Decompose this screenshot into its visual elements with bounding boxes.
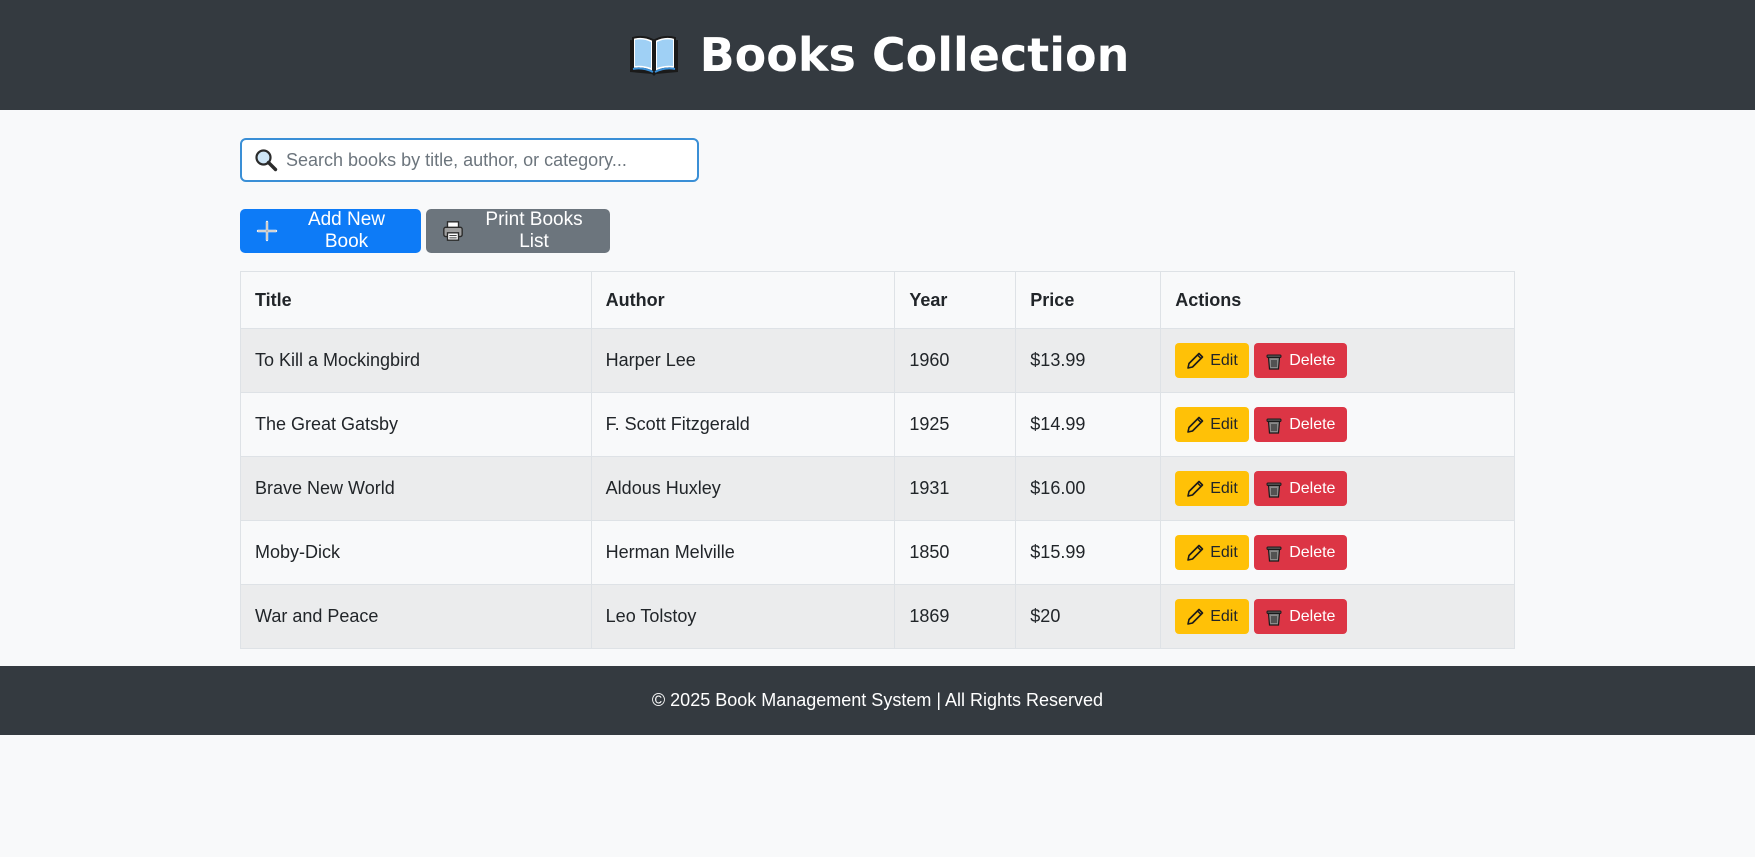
delete-label: Delete [1289, 543, 1336, 561]
delete-button[interactable]: Delete [1254, 407, 1348, 442]
table-header-row: Title Author Year Price Actions [240, 271, 1515, 329]
delete-label: Delete [1289, 415, 1336, 433]
book-title-cell: Brave New World [240, 456, 592, 521]
table-row: Brave New World Aldous Huxley 1931 $16.00 Ed… [240, 456, 1515, 521]
print-books-button[interactable]: Print Books List [426, 209, 610, 253]
book-price-cell: $20 [1015, 584, 1162, 649]
edit-label: Edit [1210, 543, 1238, 561]
add-book-button[interactable]: Add New Book [240, 209, 421, 253]
book-price-cell: $16.00 [1015, 456, 1162, 521]
table-row: The Great Gatsby F. Scott Fitzgerald 1925 $… [240, 392, 1515, 457]
column-header-title: Title [240, 271, 592, 329]
printer-icon [443, 221, 463, 241]
pencil-icon [1187, 608, 1204, 625]
column-header-author: Author [590, 271, 896, 329]
row-actions: Edit Delete [1175, 471, 1500, 506]
book-title-cell: To Kill a Mockingbird [240, 328, 592, 393]
edit-label: Edit [1210, 351, 1238, 369]
row-actions: Edit Delete [1175, 343, 1500, 378]
book-author-cell: Harper Lee [590, 328, 896, 393]
book-title-cell: The Great Gatsby [240, 392, 592, 457]
book-author-cell: F. Scott Fitzgerald [590, 392, 896, 457]
edit-label: Edit [1210, 479, 1238, 497]
edit-button[interactable]: Edit [1175, 535, 1250, 570]
delete-button[interactable]: Delete [1254, 343, 1348, 378]
book-actions-cell: Edit Delete [1160, 392, 1515, 457]
trash-icon [1266, 418, 1282, 434]
delete-label: Delete [1289, 351, 1336, 369]
page-title: Books Collection [699, 28, 1130, 82]
book-year-cell: 1869 [894, 584, 1017, 649]
trash-icon [1266, 354, 1282, 370]
edit-label: Edit [1210, 415, 1238, 433]
column-header-actions: Actions [1160, 271, 1515, 329]
edit-button[interactable]: Edit [1175, 599, 1250, 634]
book-price-cell: $15.99 [1015, 520, 1162, 585]
book-author-cell: Leo Tolstoy [590, 584, 896, 649]
book-actions-cell: Edit Delete [1160, 328, 1515, 393]
book-author-cell: Herman Melville [590, 520, 896, 585]
table-row: Moby-Dick Herman Melville 1850 $15.99 Edit De… [240, 520, 1515, 585]
row-actions: Edit Delete [1175, 535, 1500, 570]
book-actions-cell: Edit Delete [1160, 456, 1515, 521]
search-icon [255, 149, 278, 172]
pencil-icon [1187, 544, 1204, 561]
open-book-icon [629, 35, 678, 76]
book-actions-cell: Edit Delete [1160, 584, 1515, 649]
pencil-icon [1187, 352, 1204, 369]
delete-label: Delete [1289, 479, 1336, 497]
row-actions: Edit Delete [1175, 599, 1500, 634]
book-year-cell: 1925 [894, 392, 1017, 457]
books-table-body: To Kill a Mockingbird Harper Lee 1960 $13.9… [240, 328, 1515, 649]
edit-button[interactable]: Edit [1175, 471, 1250, 506]
book-price-cell: $13.99 [1015, 328, 1162, 393]
delete-label: Delete [1289, 607, 1336, 625]
row-actions: Edit Delete [1175, 407, 1500, 442]
pencil-icon [1187, 416, 1204, 433]
footer-text: © 2025 Book Management System | All Righ… [651, 690, 1104, 710]
pencil-icon [1187, 480, 1204, 497]
column-header-price: Price [1015, 271, 1162, 329]
edit-button[interactable]: Edit [1175, 407, 1250, 442]
book-title-cell: Moby-Dick [240, 520, 592, 585]
books-table-container: Title Author Year Price Actions To Kill … [240, 271, 1515, 649]
table-row: War and Peace Leo Tolstoy 1869 $20 Edit Delet… [240, 584, 1515, 649]
edit-button[interactable]: Edit [1175, 343, 1250, 378]
trash-icon [1266, 482, 1282, 498]
books-table: Title Author Year Price Actions To Kill … [240, 271, 1515, 649]
trash-icon [1266, 546, 1282, 562]
delete-button[interactable]: Delete [1254, 599, 1348, 634]
print-books-label: Print Books List [485, 209, 583, 252]
book-year-cell: 1931 [894, 456, 1017, 521]
book-actions-cell: Edit Delete [1160, 520, 1515, 585]
book-price-cell: $14.99 [1015, 392, 1162, 457]
delete-button[interactable]: Delete [1254, 535, 1348, 570]
plus-icon [256, 220, 278, 242]
header-title-group: Books Collection [626, 28, 1130, 82]
search-input[interactable] [286, 149, 686, 171]
edit-label: Edit [1210, 607, 1238, 625]
column-header-year: Year [894, 271, 1017, 329]
search-box[interactable] [240, 138, 699, 182]
table-row: To Kill a Mockingbird Harper Lee 1960 $13.9… [240, 328, 1515, 393]
add-book-label: Add New Book [307, 209, 386, 252]
page-footer: © 2025 Book Management System | All Righ… [0, 666, 1755, 735]
book-author-cell: Aldous Huxley [590, 456, 896, 521]
trash-icon [1266, 610, 1282, 626]
delete-button[interactable]: Delete [1254, 471, 1348, 506]
page-header: Books Collection [0, 0, 1755, 110]
book-year-cell: 1850 [894, 520, 1017, 585]
book-title-cell: War and Peace [240, 584, 592, 649]
book-year-cell: 1960 [894, 328, 1017, 393]
